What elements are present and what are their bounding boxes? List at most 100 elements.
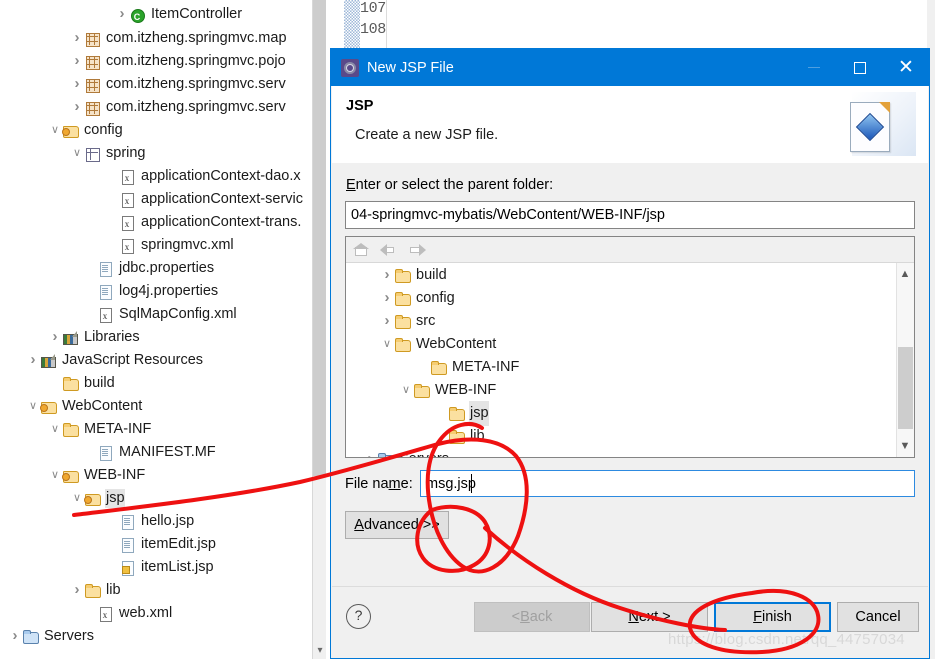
chevron-down-icon[interactable] — [70, 144, 84, 163]
tree-item-label: build — [416, 267, 447, 283]
tree-row[interactable]: applicationContext-dao.x — [0, 167, 301, 188]
tree-item-label: WEB-INF — [84, 467, 146, 483]
tree-row[interactable]: com.itzheng.springmvc.map — [0, 29, 287, 48]
scrollbar-thumb[interactable] — [898, 347, 913, 429]
tree-row[interactable]: hello.jsp — [0, 512, 194, 531]
tree-row[interactable]: Servers — [346, 447, 449, 457]
tree-row[interactable]: com.itzheng.springmvc.pojo — [0, 52, 286, 71]
tree-row[interactable]: applicationContext-trans. — [0, 213, 301, 234]
tree-row[interactable]: SqlMapConfig.xml — [0, 305, 237, 326]
scroll-up-arrow[interactable]: ▲ — [897, 265, 913, 283]
tree-row[interactable]: jsp — [0, 489, 125, 508]
properties-file-icon — [97, 284, 115, 300]
chevron-right-icon[interactable] — [363, 446, 377, 457]
tree-item-label: springmvc.xml — [141, 237, 234, 253]
chevron-right-icon[interactable] — [8, 626, 22, 647]
tree-row[interactable]: log4j.properties — [0, 282, 218, 301]
chevron-right-icon[interactable] — [115, 4, 129, 25]
maximize-button[interactable] — [837, 49, 883, 86]
parent-folder-input[interactable] — [345, 201, 915, 229]
tree-row[interactable]: WebContent — [0, 397, 142, 416]
scroll-down-arrow[interactable]: ▼ — [897, 437, 913, 455]
home-icon[interactable] — [352, 241, 370, 259]
scroll-down-arrow[interactable]: ▾ — [313, 643, 327, 659]
chevron-right-icon[interactable] — [70, 28, 84, 49]
back-button[interactable]: < Back — [474, 602, 590, 632]
tree-row[interactable]: WEB-INF — [346, 378, 496, 403]
folder-icon — [84, 583, 102, 599]
tree-item-label: lib — [470, 428, 485, 444]
chevron-down-icon[interactable] — [48, 466, 62, 485]
watermark-text: https://blog.csdn.net/qq_44757034 — [668, 631, 905, 648]
package-explorer-scrollbar[interactable]: ▾ — [312, 0, 327, 659]
tree-row[interactable]: build — [0, 374, 115, 393]
tree-row[interactable]: spring — [0, 144, 146, 163]
web-folder-icon — [84, 491, 102, 507]
tree-row[interactable]: src — [346, 309, 435, 334]
tree-row[interactable]: web.xml — [0, 604, 172, 625]
chevron-right-icon[interactable] — [48, 327, 62, 348]
help-icon[interactable]: ? — [346, 604, 371, 629]
tree-row[interactable]: jdbc.properties — [0, 259, 214, 278]
chevron-right-icon[interactable] — [380, 308, 394, 335]
advanced-button[interactable]: Advanced >> — [345, 511, 449, 539]
tree-row[interactable]: META-INF — [346, 355, 519, 380]
package-explorer-tree[interactable]: ItemController com.itzheng.springmvc.map c… — [0, 0, 312, 659]
folder-tree-scrollbar[interactable]: ▲ ▼ — [896, 263, 914, 457]
tree-row[interactable]: WebContent — [346, 332, 496, 357]
tree-row[interactable]: ItemController — [0, 4, 242, 27]
chevron-right-icon[interactable] — [70, 97, 84, 118]
chevron-down-icon[interactable] — [48, 420, 62, 439]
tree-row[interactable]: config — [0, 121, 123, 140]
tree-row[interactable]: itemEdit.jsp — [0, 535, 216, 554]
chevron-right-icon[interactable] — [70, 51, 84, 72]
tree-row[interactable]: WEB-INF — [0, 466, 145, 485]
close-button[interactable]: ✕ — [883, 49, 929, 86]
folder-icon — [62, 422, 80, 438]
scrollbar-thumb[interactable] — [313, 0, 327, 476]
tree-row[interactable]: itemList.jsp — [0, 558, 214, 577]
folder-browser-toolbar[interactable] — [346, 237, 914, 263]
tree-row[interactable]: Servers — [0, 627, 94, 646]
tree-row[interactable]: JavaScript Resources — [0, 351, 203, 370]
cancel-button[interactable]: Cancel — [837, 602, 919, 632]
chevron-down-icon[interactable] — [380, 332, 394, 357]
file-name-input[interactable] — [420, 470, 915, 497]
tree-row[interactable]: lib — [0, 581, 121, 600]
chevron-right-icon[interactable] — [26, 350, 40, 371]
tree-row[interactable]: MANIFEST.MF — [0, 443, 216, 462]
back-arrow-icon[interactable] — [380, 241, 398, 259]
chevron-right-icon[interactable] — [70, 74, 84, 95]
tree-row[interactable]: Libraries — [0, 328, 140, 347]
next-button[interactable]: Next > — [591, 602, 708, 632]
tree-row[interactable]: applicationContext-servic — [0, 190, 303, 211]
folder-icon — [394, 314, 412, 330]
dialog-titlebar[interactable]: New JSP File ✕ — [331, 49, 929, 86]
tree-row[interactable]: com.itzheng.springmvc.serv — [0, 75, 286, 94]
web-folder-icon — [40, 399, 58, 415]
tree-row[interactable]: springmvc.xml — [0, 236, 234, 257]
folder-tree[interactable]: build config src WebContent META-INF WEB-INF j… — [346, 263, 897, 457]
chevron-down-icon[interactable] — [70, 489, 84, 508]
tree-row[interactable]: build — [346, 263, 447, 288]
chevron-right-icon[interactable] — [70, 580, 84, 601]
xml-file-icon — [97, 307, 115, 326]
chevron-down-icon[interactable] — [399, 378, 413, 403]
chevron-down-icon[interactable] — [26, 397, 40, 416]
wizard-header: JSP Create a new JSP file. — [332, 86, 928, 164]
properties-file-icon — [119, 537, 137, 553]
chevron-down-icon[interactable] — [48, 121, 62, 140]
maximize-icon — [854, 61, 866, 74]
line-number: 108 — [360, 21, 386, 38]
tree-row[interactable]: config — [346, 286, 455, 311]
xml-file-icon — [119, 238, 137, 257]
tree-row[interactable]: com.itzheng.springmvc.serv — [0, 98, 286, 117]
minimize-button[interactable] — [791, 49, 837, 86]
tree-row[interactable]: META-INF — [0, 420, 151, 439]
accel-char: A — [354, 517, 364, 533]
package-plain-icon — [84, 146, 102, 162]
forward-arrow-icon[interactable] — [408, 241, 426, 259]
tree-row[interactable]: jsp — [346, 401, 489, 426]
finish-button[interactable]: Finish — [714, 602, 831, 632]
file-name-label: File name: — [345, 476, 413, 492]
